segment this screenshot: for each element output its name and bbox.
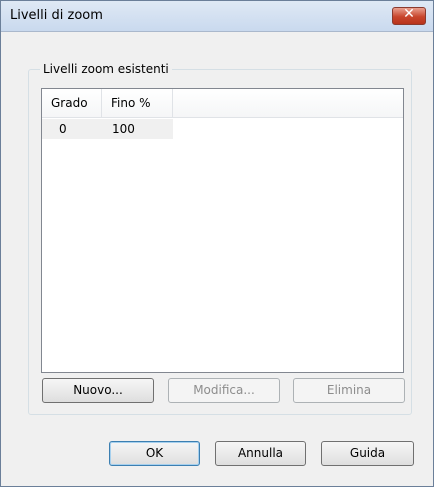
cell-grado: 0: [59, 122, 67, 136]
dialog-title: Livelli di zoom: [10, 8, 103, 23]
close-button[interactable]: ✕: [392, 6, 426, 25]
list-item[interactable]: 0 100: [42, 119, 173, 139]
list-header: Grado Fino %: [42, 89, 403, 118]
delete-button[interactable]: Elimina: [293, 378, 405, 403]
group-label: Livelli zoom esistenti: [40, 62, 172, 76]
help-button[interactable]: Guida: [321, 441, 414, 466]
column-header-grado[interactable]: Grado: [42, 89, 102, 117]
close-icon: ✕: [403, 6, 415, 22]
title-bar: Livelli di zoom ✕: [1, 1, 433, 32]
column-header-fino[interactable]: Fino %: [102, 89, 173, 117]
new-button[interactable]: Nuovo...: [42, 378, 154, 403]
edit-button[interactable]: Modifica...: [168, 378, 280, 403]
cell-fino: 100: [112, 122, 135, 136]
zoom-levels-dialog: Livelli di zoom ✕ Livelli zoom esistenti…: [0, 0, 434, 487]
cancel-button[interactable]: Annulla: [215, 441, 306, 466]
zoom-levels-list[interactable]: Grado Fino % 0 100: [41, 88, 404, 373]
ok-button[interactable]: OK: [109, 441, 200, 466]
